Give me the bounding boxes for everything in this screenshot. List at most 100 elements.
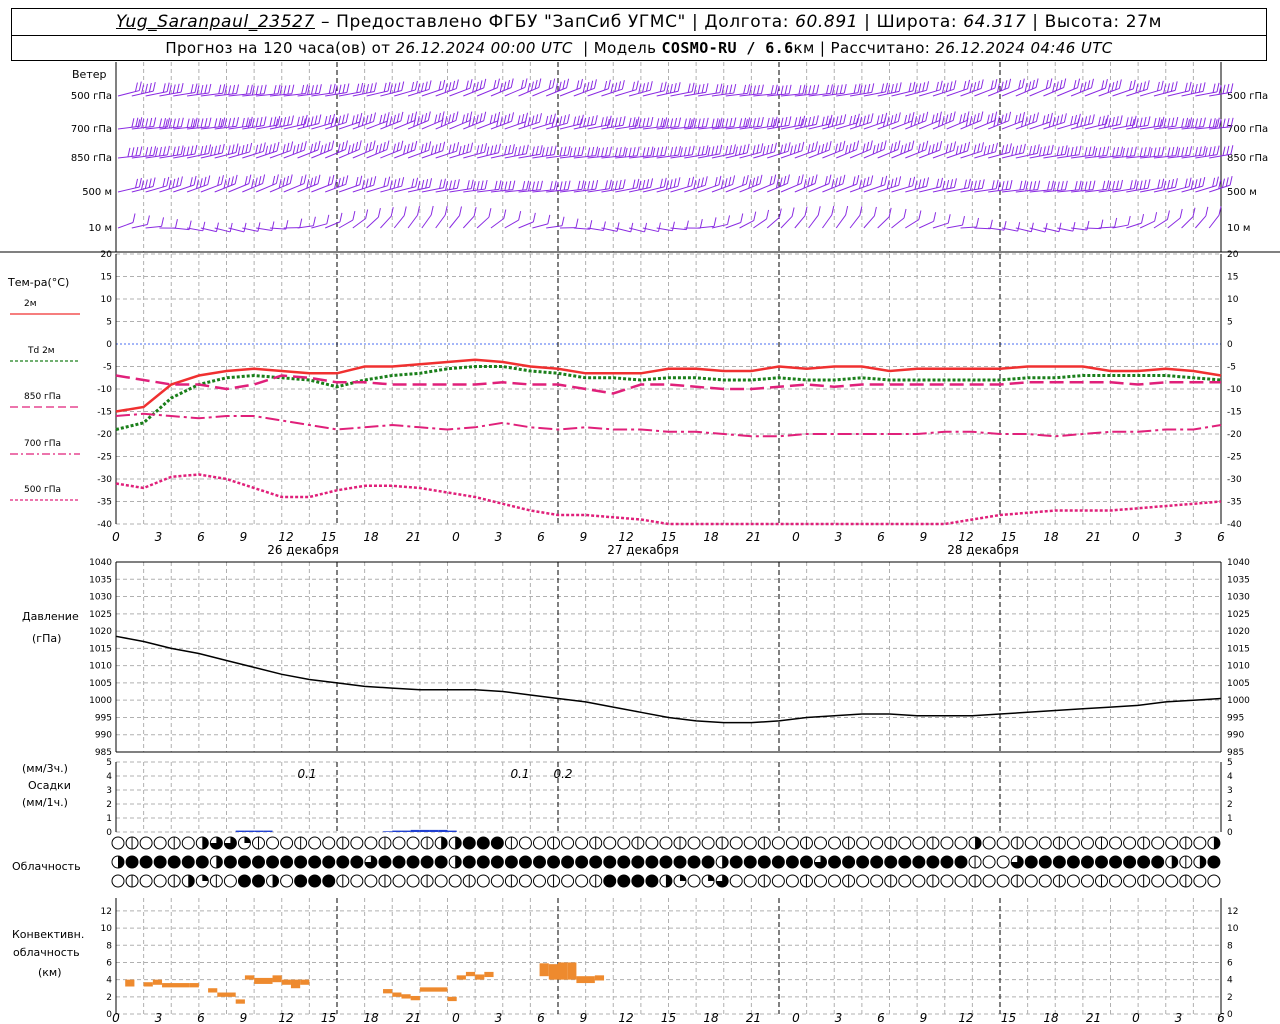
cloud-symbol <box>687 836 701 850</box>
wind-barb-feather <box>701 145 705 156</box>
wind-barb-feather <box>538 78 542 88</box>
wind-barb-feather <box>434 114 438 124</box>
wind-barb-shaft <box>766 217 780 229</box>
cloud-symbol <box>954 874 968 888</box>
wind-barb-shaft <box>753 218 767 229</box>
wind-barb-feather <box>228 85 232 95</box>
wind-barb-feather <box>563 146 567 156</box>
wind-barb-feather <box>424 142 428 152</box>
wind-barb-feather <box>1045 79 1049 90</box>
precip-annotation: 0.1 <box>297 767 316 781</box>
cloud-symbol <box>490 836 504 850</box>
wind-barb-feather <box>168 179 172 190</box>
wind-barb-feather <box>1115 80 1119 90</box>
wind-barb-feather <box>227 177 231 187</box>
wind-barb-feather <box>897 112 901 122</box>
wind-barb-feather <box>131 147 135 157</box>
wind-barb-feather <box>366 84 370 94</box>
wind-barb-feather <box>941 83 945 94</box>
wind-barb-feather <box>1125 147 1129 157</box>
wind-barb-feather <box>1056 146 1060 156</box>
wind-barb-feather <box>600 117 604 127</box>
wind-barb-feather <box>876 115 880 125</box>
cloud-symbol <box>617 874 631 888</box>
wind-barb-feather <box>894 83 898 93</box>
wind-barb-feather <box>678 117 682 127</box>
wind-barb-feather <box>894 177 898 187</box>
wind-barb-feather <box>361 179 365 190</box>
wind-barb-feather <box>365 115 369 125</box>
wind-barb-feather <box>414 80 418 91</box>
wind-barb-feather <box>752 177 756 187</box>
wind-barb-feather <box>1156 81 1160 92</box>
wind-barb-feather <box>510 78 514 88</box>
wind-barb-feather <box>1087 115 1091 125</box>
conv-cloud-bar <box>189 983 199 988</box>
wind-barb-feather <box>159 118 163 128</box>
wind-barb-feather <box>342 84 346 94</box>
wind-barb-shaft <box>1139 220 1155 229</box>
wind-barb-feather <box>530 81 534 91</box>
wind-barb-feather <box>811 116 815 126</box>
wind-barb-feather <box>976 112 980 123</box>
hour-label-bottom: 18 <box>1043 1011 1059 1024</box>
wind-barb-shaft <box>504 219 519 229</box>
wind-barb-feather <box>1029 181 1033 191</box>
cloud-symbol <box>870 855 884 869</box>
wind-barb-feather <box>377 208 381 218</box>
wind-barb-feather <box>1171 146 1175 157</box>
wind-barb-feather <box>517 146 521 156</box>
cloud-symbol <box>1123 874 1137 888</box>
wind-barb-feather <box>812 84 816 95</box>
wind-barb-shaft <box>1084 227 1101 230</box>
wind-barb-shaft <box>946 224 963 229</box>
wind-barb-feather <box>1119 179 1123 190</box>
wind-barb-feather <box>986 114 990 124</box>
wind-barb-feather <box>144 83 148 93</box>
wind-barb-feather <box>987 144 991 155</box>
pressure-tick-label: 1025 <box>89 610 112 620</box>
wind-barb-feather <box>1037 180 1041 190</box>
wind-barb-feather <box>397 178 401 188</box>
wind-barb-feather <box>346 83 350 93</box>
wind-barb-feather <box>1051 180 1055 190</box>
wind-barb-feather <box>320 145 324 155</box>
pressure-tick-label: 1040 <box>89 558 112 568</box>
wind-barb-feather <box>1202 117 1206 127</box>
wind-barb-feather <box>1091 114 1095 124</box>
cloud-symbol <box>561 874 575 888</box>
wind-barb-feather <box>894 113 898 123</box>
wind-barb-feather <box>831 205 835 216</box>
conv-cloud-bar <box>484 971 494 978</box>
hour-label-bottom: 21 <box>746 1011 761 1024</box>
wind-barb-feather <box>953 141 957 151</box>
wind-barb-feather <box>1198 146 1202 156</box>
wind-barb-feather <box>871 83 875 93</box>
wind-barb-feather <box>807 177 811 187</box>
wind-barb-feather <box>669 179 673 189</box>
wind-barb-feather <box>512 180 516 190</box>
wind-barb-feather <box>939 140 943 151</box>
wind-barb-feather <box>632 147 636 157</box>
wind-barb-feather <box>725 118 729 128</box>
wind-barb-feather <box>180 117 184 127</box>
wind-barb-feather <box>152 81 156 92</box>
wind-barb-feather <box>1042 115 1046 125</box>
wind-barb-feather <box>732 144 736 154</box>
cloud-symbol <box>575 874 589 888</box>
wind-barb-feather <box>475 81 479 91</box>
wind-barb-feather <box>1063 113 1067 123</box>
wind-barb-feather <box>368 141 372 152</box>
cloud-symbol <box>982 855 996 869</box>
wind-barb-feather <box>155 147 159 157</box>
hour-label-bottom: 9 <box>580 1011 588 1024</box>
wind-barb-feather <box>674 146 678 156</box>
wind-barb-shaft <box>407 214 418 229</box>
cloud-symbol <box>954 855 968 869</box>
precip-bar <box>254 830 264 832</box>
wind-barb-feather <box>420 82 424 92</box>
wind-barb-feather <box>312 216 316 226</box>
wind-barb-feather <box>1181 147 1185 157</box>
conv-cloud-bar <box>419 987 448 992</box>
wind-barb-shaft <box>393 215 405 229</box>
